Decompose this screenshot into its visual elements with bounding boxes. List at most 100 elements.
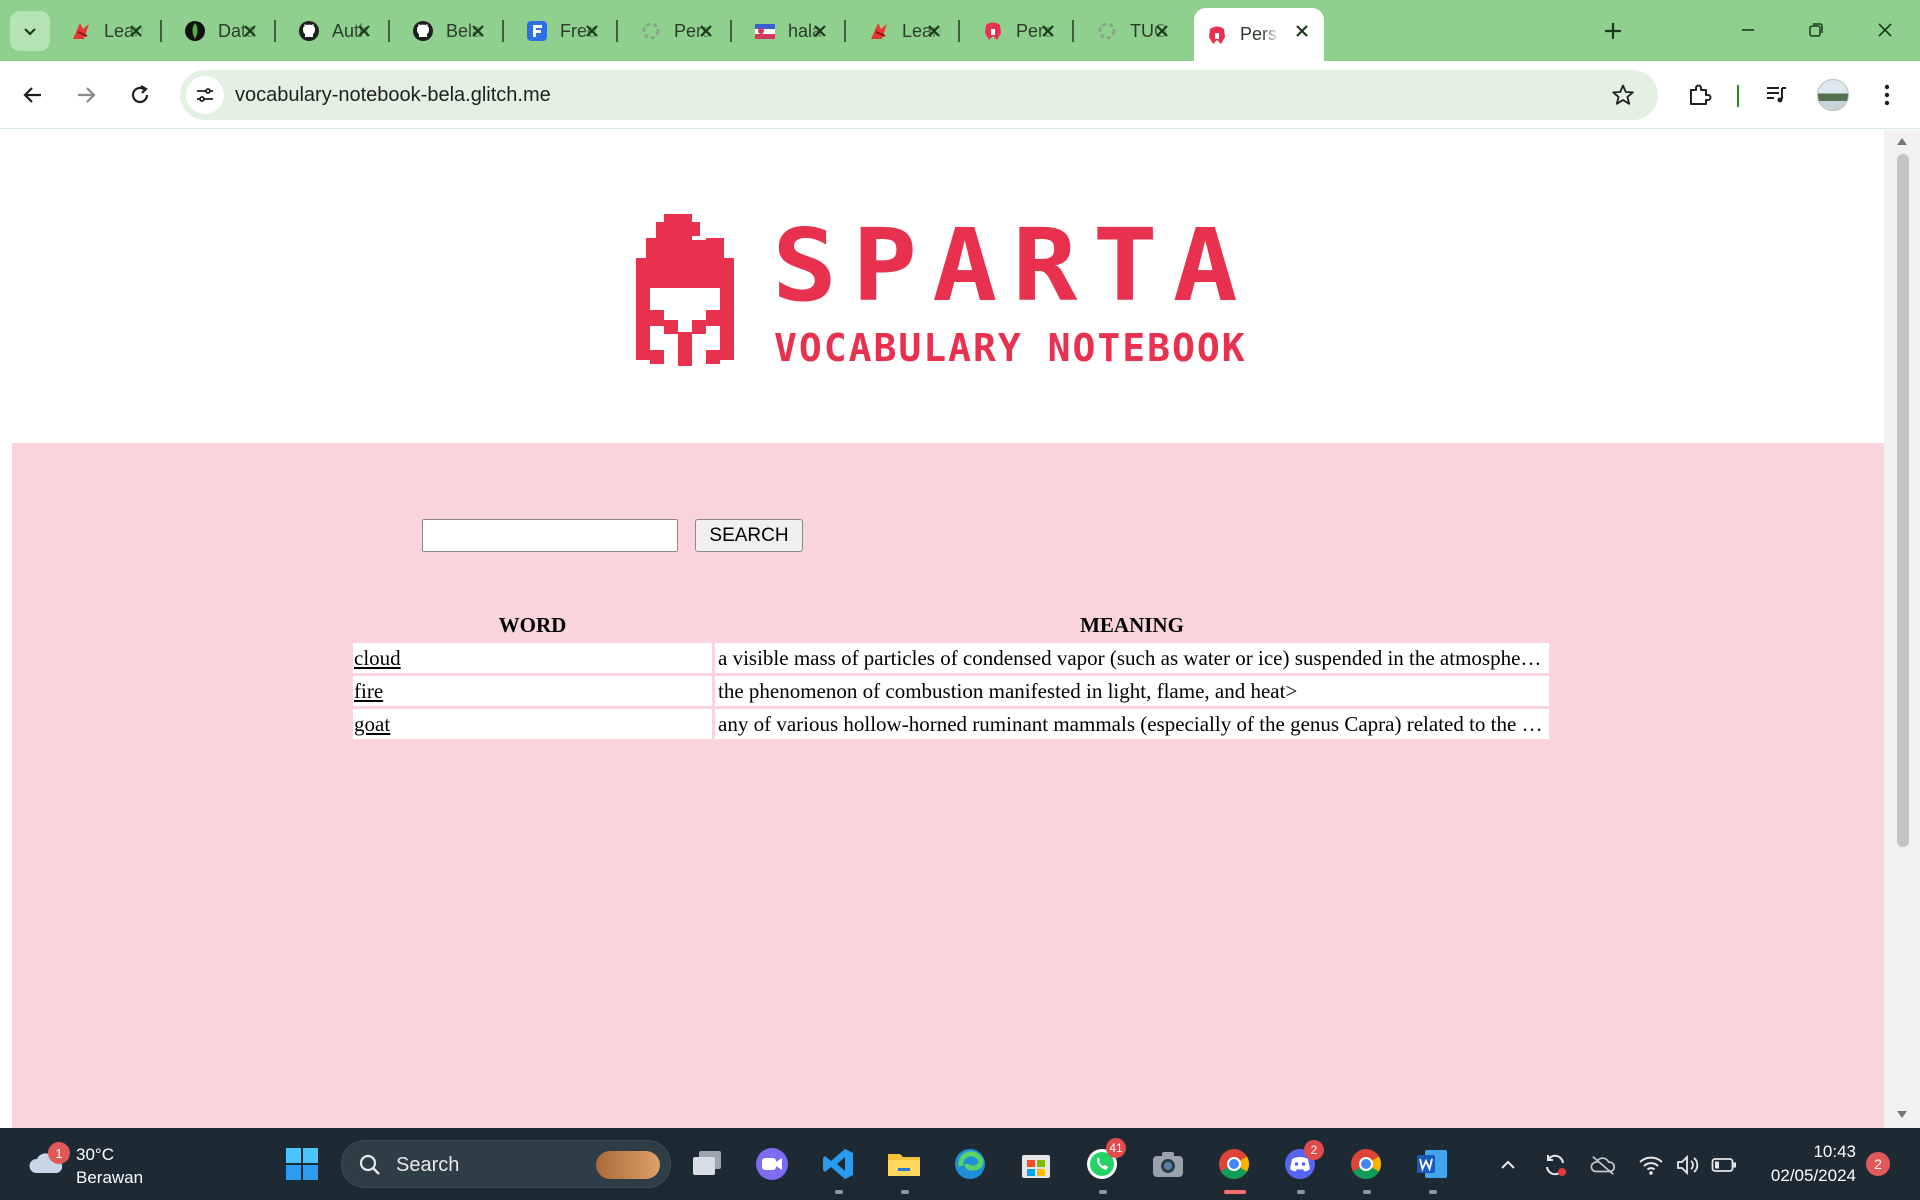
word-button[interactable]	[1412, 1144, 1452, 1184]
edge-icon	[955, 1149, 985, 1179]
tab-close-button[interactable]	[1292, 21, 1312, 41]
close-icon	[244, 25, 256, 37]
show-hidden-icons-button[interactable]	[1495, 1152, 1521, 1178]
scroll-up-arrow-icon[interactable]	[1897, 138, 1907, 145]
tab[interactable]: Bela	[400, 12, 500, 50]
restore-button[interactable]	[1786, 12, 1846, 48]
extensions-button[interactable]	[1681, 77, 1717, 113]
word-link[interactable]: fire	[354, 679, 383, 703]
chrome-profile-running-indicator	[1363, 1190, 1371, 1194]
scrollbar-thumb[interactable]	[1897, 154, 1909, 847]
file-explorer-button[interactable]	[884, 1144, 924, 1184]
vscode-icon	[823, 1149, 853, 1179]
minimize-button[interactable]	[1718, 12, 1778, 48]
battery-icon	[1711, 1158, 1736, 1172]
folder-icon	[888, 1154, 920, 1176]
page-scrollbar[interactable]	[1884, 130, 1920, 1128]
bookmark-button[interactable]	[1610, 82, 1636, 108]
weather-temperature: 30°C	[76, 1145, 114, 1164]
camera-button[interactable]	[1148, 1144, 1188, 1184]
microsoft-store-button[interactable]	[1016, 1144, 1056, 1184]
chrome-button-active[interactable]	[1214, 1144, 1254, 1184]
new-tab-button[interactable]	[1598, 16, 1628, 46]
tab-close-button[interactable]	[468, 21, 488, 41]
media-controls-button[interactable]	[1759, 77, 1795, 113]
wifi-tray-button[interactable]	[1638, 1152, 1664, 1178]
back-button[interactable]	[15, 77, 51, 113]
tab[interactable]: Learn	[58, 12, 158, 50]
search-button[interactable]: SEARCH	[695, 519, 803, 552]
system-clock[interactable]: 10:43 02/05/2024	[1736, 1140, 1856, 1188]
sync-tray-button[interactable]	[1542, 1152, 1568, 1178]
url-text[interactable]: vocabulary-notebook-bela.glitch.me	[235, 84, 551, 107]
vscode-button[interactable]	[818, 1144, 858, 1184]
close-window-button[interactable]	[1855, 12, 1915, 48]
word-cell: goat	[353, 709, 712, 739]
flag-icon	[754, 20, 776, 42]
video-camera-icon	[756, 1148, 788, 1180]
word-link[interactable]: cloud	[354, 646, 401, 670]
close-icon	[1042, 25, 1054, 37]
zoom-app-button[interactable]	[752, 1144, 792, 1184]
weather-alert-badge: 1	[48, 1142, 70, 1164]
discord-unread-badge: 2	[1304, 1140, 1324, 1160]
tab[interactable]: hala	[742, 12, 842, 50]
tab[interactable]: Pers	[970, 12, 1070, 50]
tab-search-button[interactable]	[10, 11, 50, 51]
site-info-button[interactable]	[186, 76, 224, 114]
close-icon	[130, 25, 142, 37]
close-icon	[1156, 25, 1168, 37]
tab[interactable]: Learn	[856, 12, 956, 50]
edge-button[interactable]	[950, 1144, 990, 1184]
address-bar[interactable]: vocabulary-notebook-bela.glitch.me	[180, 70, 1658, 120]
tab-close-button[interactable]	[582, 21, 602, 41]
browser-toolbar: vocabulary-notebook-bela.glitch.me	[0, 61, 1920, 129]
tab-close-button[interactable]	[1038, 21, 1058, 41]
reload-button[interactable]	[122, 77, 158, 113]
browser-menu-button[interactable]	[1869, 77, 1905, 113]
tab[interactable]: Data	[172, 12, 272, 50]
loading-gear-icon	[1096, 20, 1118, 42]
github-icon	[412, 20, 434, 42]
scroll-down-arrow-icon[interactable]	[1897, 1111, 1907, 1118]
tab-separator	[388, 20, 390, 42]
tab[interactable]: TUG	[1084, 12, 1184, 50]
taskbar-search[interactable]: Search	[341, 1140, 671, 1188]
weather-widget[interactable]: 1 30°C Berawan	[24, 1142, 164, 1188]
chrome-profile-button[interactable]	[1346, 1144, 1386, 1184]
star-icon	[1612, 84, 1634, 105]
tab-close-button[interactable]	[810, 21, 830, 41]
tab[interactable]: Pers	[628, 12, 728, 50]
task-view-button[interactable]	[687, 1144, 727, 1184]
onedrive-tray-button[interactable]	[1590, 1152, 1616, 1178]
tab-close-button[interactable]	[924, 21, 944, 41]
table-row: cloud a visible mass of particles of con…	[353, 643, 1549, 673]
notification-center-badge[interactable]: 2	[1866, 1152, 1890, 1176]
tab[interactable]: Free	[514, 12, 614, 50]
battery-tray-button[interactable]	[1711, 1152, 1737, 1178]
sparta-red-icon	[70, 20, 92, 42]
tab-close-button[interactable]	[354, 21, 374, 41]
tab-close-button[interactable]	[126, 21, 146, 41]
tab-title: Pers	[1240, 24, 1278, 44]
toolbar-divider	[1737, 85, 1739, 107]
logo-subtitle: VOCABULARY NOTEBOOK	[774, 326, 1247, 370]
tab-active[interactable]: Pers	[1194, 8, 1324, 61]
tab-close-button[interactable]	[696, 21, 716, 41]
start-button[interactable]	[282, 1144, 322, 1184]
chrome-profile-icon	[1351, 1149, 1382, 1180]
word-link[interactable]: goat	[354, 712, 390, 736]
tab-close-button[interactable]	[240, 21, 260, 41]
arrow-left-icon	[23, 87, 41, 103]
restore-icon	[1809, 23, 1823, 37]
volume-tray-button[interactable]	[1675, 1152, 1701, 1178]
browser-tab-strip: Learn Data Auth Bela Free Pers hala Learn Pers TU…	[0, 0, 1920, 61]
search-input[interactable]	[422, 519, 678, 552]
clock-date: 02/05/2024	[1770, 1166, 1856, 1185]
logo-brand-text: SPARTA	[772, 207, 1253, 324]
tab-separator	[844, 20, 846, 42]
tab-close-button[interactable]	[1152, 21, 1172, 41]
forward-button[interactable]	[68, 77, 104, 113]
tab[interactable]: Auth	[286, 12, 386, 50]
profile-avatar[interactable]	[1817, 79, 1849, 111]
